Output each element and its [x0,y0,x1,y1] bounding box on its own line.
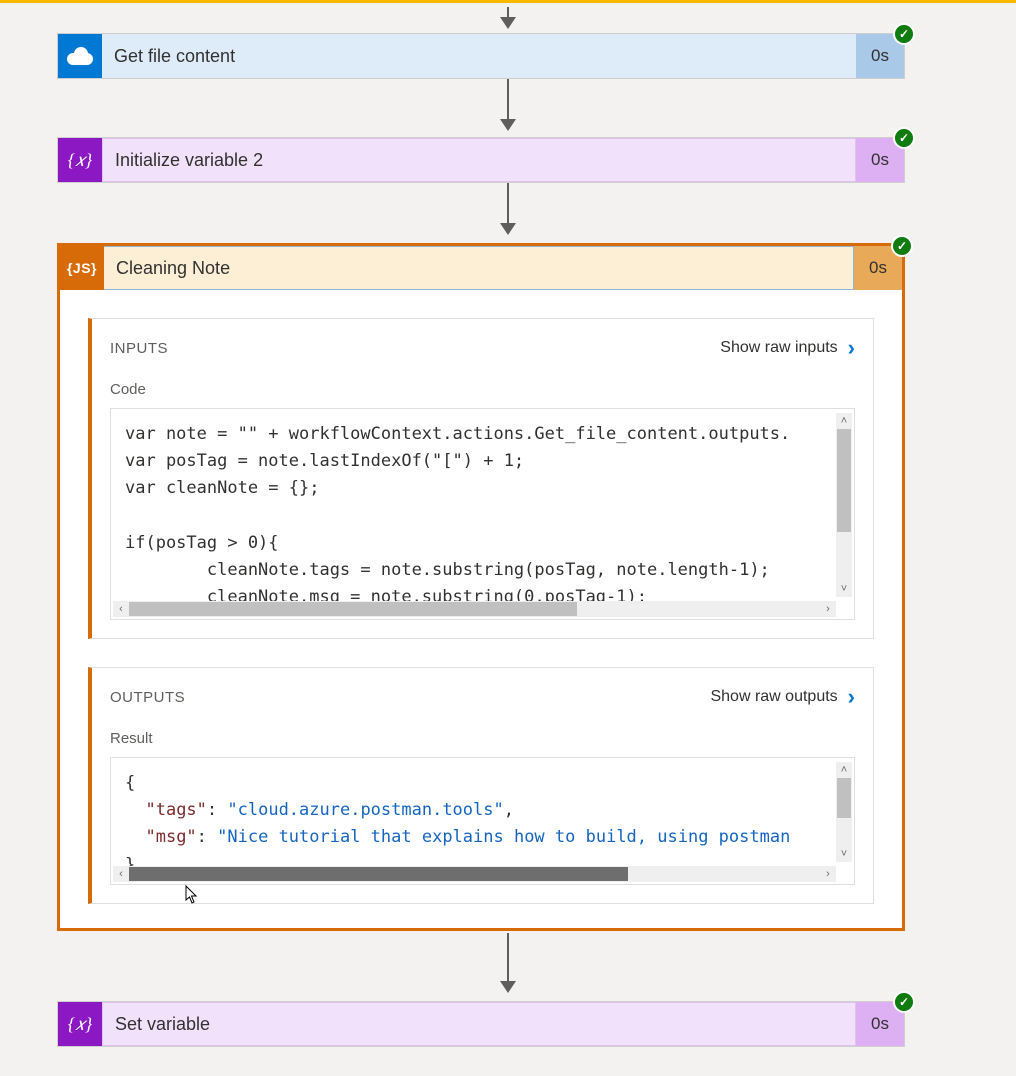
success-check-icon: ✓ [893,991,915,1013]
step-get-file-content[interactable]: Get file content 0s ✓ [57,33,905,79]
success-check-icon: ✓ [893,23,915,45]
inputs-title: INPUTS [110,340,720,357]
step-body: INPUTS Show raw inputs › Code var note =… [60,290,902,928]
inputs-panel: INPUTS Show raw inputs › Code var note =… [88,318,874,639]
chevron-right-icon: › [848,337,855,359]
code-input-box[interactable]: var note = "" + workflowContext.actions.… [110,408,855,620]
step-set-variable[interactable]: {𝑥} Set variable 0s ✓ [57,1001,905,1047]
outputs-title: OUTPUTS [110,689,710,706]
cloud-icon [58,34,102,78]
json-result: { "tags": "cloud.azure.postman.tools", "… [111,758,854,879]
outputs-subheading: Result [92,714,873,757]
arrow-icon [507,933,509,991]
horizontal-scrollbar[interactable]: ‹ › [113,866,836,882]
scroll-thumb[interactable] [837,429,851,532]
vertical-scrollbar[interactable]: ˄ ˅ [836,762,852,862]
vertical-scrollbar[interactable]: ˄ ˅ [836,413,852,597]
horizontal-scrollbar[interactable]: ‹ › [113,601,836,617]
show-raw-inputs-label: Show raw inputs [720,339,837,357]
scroll-thumb[interactable] [837,778,851,818]
step-title: Cleaning Note [104,246,854,290]
scroll-thumb[interactable] [129,867,628,881]
scroll-up-icon[interactable]: ˄ [836,762,852,778]
flow-canvas: Get file content 0s ✓ {𝑥} Initialize var… [0,0,1016,1076]
show-raw-inputs-link[interactable]: Show raw inputs › [720,337,855,359]
arrow-icon [507,79,509,129]
step-cleaning-note[interactable]: {JS} Cleaning Note 0s ✓ INPUTS Show raw … [57,243,905,931]
step-title: Initialize variable 2 [102,138,856,182]
variable-icon: {𝑥} [58,1002,102,1046]
scroll-down-icon[interactable]: ˅ [836,846,852,862]
scroll-thumb[interactable] [129,602,577,616]
scroll-up-icon[interactable]: ˄ [836,413,852,429]
result-output-box[interactable]: { "tags": "cloud.azure.postman.tools", "… [110,757,855,885]
code-text: var note = "" + workflowContext.actions.… [111,409,854,611]
show-raw-outputs-label: Show raw outputs [710,688,837,706]
scroll-down-icon[interactable]: ˅ [836,581,852,597]
step-initialize-variable[interactable]: {𝑥} Initialize variable 2 0s ✓ [57,137,905,183]
scroll-right-icon[interactable]: › [820,601,836,617]
show-raw-outputs-link[interactable]: Show raw outputs › [710,686,855,708]
chevron-right-icon: › [848,686,855,708]
success-check-icon: ✓ [893,127,915,149]
step-title: Set variable [102,1002,856,1046]
scroll-left-icon[interactable]: ‹ [113,866,129,882]
arrow-icon [507,7,509,27]
inputs-subheading: Code [92,365,873,408]
scroll-left-icon[interactable]: ‹ [113,601,129,617]
outputs-panel: OUTPUTS Show raw outputs › Result { "tag… [88,667,874,904]
arrow-icon [507,183,509,233]
step-title: Get file content [102,34,856,78]
variable-icon: {𝑥} [58,138,102,182]
success-check-icon: ✓ [891,235,913,257]
scroll-right-icon[interactable]: › [820,866,836,882]
js-icon: {JS} [60,246,104,290]
